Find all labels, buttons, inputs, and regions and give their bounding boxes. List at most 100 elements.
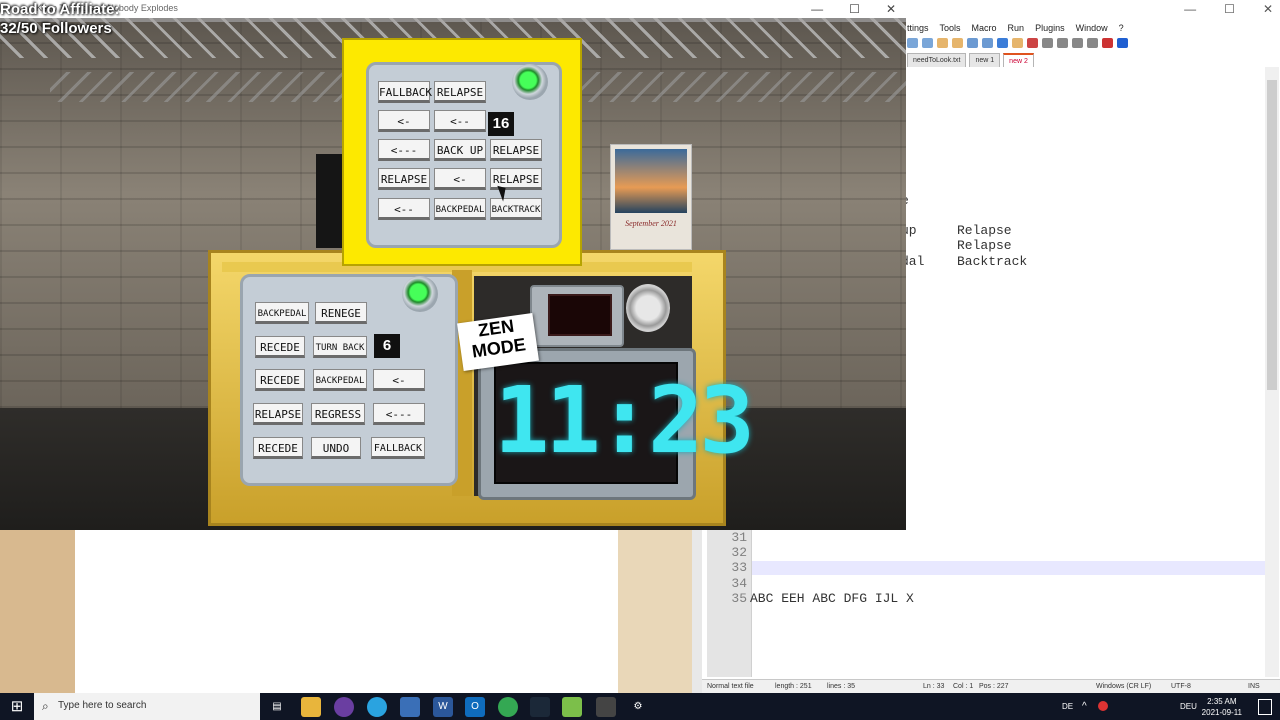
obs-icon[interactable] [334, 697, 354, 717]
keyboard-layout[interactable]: DEU [1180, 702, 1197, 711]
file-explorer-icon[interactable] [301, 697, 321, 717]
status-col: Col : 1 [953, 683, 974, 690]
taskbar-search-box[interactable]: ⌕ Type here to search [34, 693, 260, 720]
menu-help[interactable]: ? [1119, 23, 1124, 33]
tray-chevron-icon[interactable]: ^ [1082, 701, 1087, 712]
code-line: Relapse [957, 223, 1012, 238]
word-button[interactable]: RECEDE [255, 369, 305, 391]
word-button[interactable]: REGRESS [311, 403, 365, 425]
word-button[interactable]: <--- [373, 403, 425, 425]
play-multiple-icon[interactable] [1072, 38, 1083, 48]
menu-tools[interactable]: Tools [940, 23, 961, 33]
app-icon[interactable] [400, 697, 420, 717]
word-button[interactable]: TURN BACK [313, 336, 367, 358]
zoom-in-icon[interactable] [907, 38, 918, 48]
wrap-icon[interactable] [952, 38, 963, 48]
speaker-icon [626, 284, 670, 332]
word-button[interactable]: BACKPEDAL [255, 302, 309, 324]
word-button[interactable]: BACKPEDAL [313, 369, 367, 391]
play-icon[interactable] [1057, 38, 1068, 48]
word-icon[interactable]: W [433, 697, 453, 717]
game-window[interactable]: September 2021 Keep Talking and Nobody E… [0, 0, 906, 530]
word-button[interactable]: RELAPSE [378, 168, 430, 190]
paint-canvas[interactable] [75, 530, 618, 693]
status-insert: INS [1248, 683, 1260, 690]
game-window-controls: — ☐ ✕ [811, 2, 896, 16]
word-button[interactable]: <-- [378, 198, 430, 220]
maximize-button[interactable]: ☐ [1224, 2, 1235, 16]
word-button[interactable]: UNDO [311, 437, 361, 459]
save-macro-icon[interactable] [1087, 38, 1098, 48]
word-button[interactable]: <--- [378, 139, 430, 161]
taskbar-clock[interactable]: 2:35 AM 2021-09-11 [1202, 696, 1242, 718]
telegram-icon[interactable] [367, 697, 387, 717]
settings-icon[interactable]: ⚙ [628, 697, 648, 717]
word-button[interactable]: <- [378, 110, 430, 132]
notepad-statusbar: Normal text file length : 251 lines : 35… [693, 679, 1280, 694]
taskbar: ⊞ ⌕ Type here to search ▤ W O ⚙ DE ^ DEU… [0, 693, 1280, 720]
notepad-menubar: ttings Tools Macro Run Plugins Window ? [907, 20, 1124, 36]
close-button[interactable]: ✕ [886, 2, 896, 16]
pilcrow-icon[interactable] [982, 38, 993, 48]
tab-new-1[interactable]: new 1 [969, 53, 1001, 68]
line-number: 32 [731, 545, 747, 560]
tab-needtolook[interactable]: needToLook.txt [907, 53, 967, 68]
run-icon[interactable] [1117, 38, 1128, 48]
outlook-icon[interactable]: O [465, 697, 485, 717]
clock-time: 2:35 AM [1207, 697, 1237, 706]
word-button[interactable]: RELAPSE [434, 81, 486, 103]
timer-display: 11:23 [494, 367, 755, 474]
tray-app-icon[interactable] [1098, 701, 1108, 711]
steam-icon[interactable] [530, 697, 550, 717]
task-view-icon[interactable]: ▤ [267, 697, 287, 717]
notepad-window-controls: — ☐ ✕ [1184, 2, 1273, 16]
strike-display [548, 294, 612, 336]
word-button[interactable]: FALLBACK [371, 437, 425, 459]
desktop-background-strip [618, 530, 692, 693]
game-icon[interactable] [596, 697, 616, 717]
word-button[interactable]: BACKTRACK [490, 198, 542, 220]
record-macro-icon[interactable] [1102, 38, 1113, 48]
close-button[interactable]: ✕ [1263, 2, 1273, 16]
current-line-highlight [751, 561, 1265, 575]
input-language[interactable]: DE [1062, 702, 1073, 711]
word-button[interactable]: <- [373, 369, 425, 391]
chrome-icon[interactable] [498, 697, 518, 717]
calendar-month: September 2021 [625, 219, 677, 228]
zoom-out-icon[interactable] [922, 38, 933, 48]
notepad-plus-plus-icon[interactable] [562, 697, 582, 717]
word-button[interactable]: <- [434, 168, 486, 190]
overlay-follower-count: 32/50 Followers [0, 20, 112, 37]
paint-scrollbar[interactable] [692, 530, 702, 693]
sync-icon[interactable] [937, 38, 948, 48]
word-button[interactable]: RELAPSE [490, 139, 542, 161]
stop-icon[interactable] [1042, 38, 1053, 48]
menu-run[interactable]: Run [1008, 23, 1025, 33]
search-icon: ⌕ [42, 699, 49, 713]
folder-icon[interactable] [1012, 38, 1023, 48]
word-button[interactable]: RELAPSE [253, 403, 303, 425]
word-button[interactable]: BACK UP [434, 139, 486, 161]
indent-icon[interactable] [967, 38, 978, 48]
word-button[interactable]: FALLBACK [378, 81, 432, 103]
word-button[interactable]: BACKPEDAL [434, 198, 486, 220]
guide-icon[interactable] [997, 38, 1008, 48]
overlay-goal-title: Road to Affiliate: [0, 1, 120, 18]
word-button[interactable]: <-- [434, 110, 486, 132]
notifications-icon[interactable] [1258, 699, 1272, 715]
record-icon[interactable] [1027, 38, 1038, 48]
word-button[interactable]: RENEGE [315, 302, 367, 324]
menu-macro[interactable]: Macro [972, 23, 997, 33]
wall-calendar: September 2021 [610, 144, 692, 250]
menu-settings[interactable]: ttings [907, 23, 929, 33]
notepad-scroll-thumb[interactable] [1267, 80, 1277, 390]
word-button[interactable]: RECEDE [253, 437, 303, 459]
start-button-windows-icon[interactable]: ⊞ [0, 693, 34, 720]
minimize-button[interactable]: — [811, 2, 823, 16]
maximize-button[interactable]: ☐ [849, 2, 860, 16]
word-button[interactable]: RECEDE [255, 336, 305, 358]
minimize-button[interactable]: — [1184, 2, 1196, 16]
menu-plugins[interactable]: Plugins [1035, 23, 1065, 33]
menu-window[interactable]: Window [1076, 23, 1108, 33]
status-pos: Pos : 227 [979, 683, 1009, 690]
